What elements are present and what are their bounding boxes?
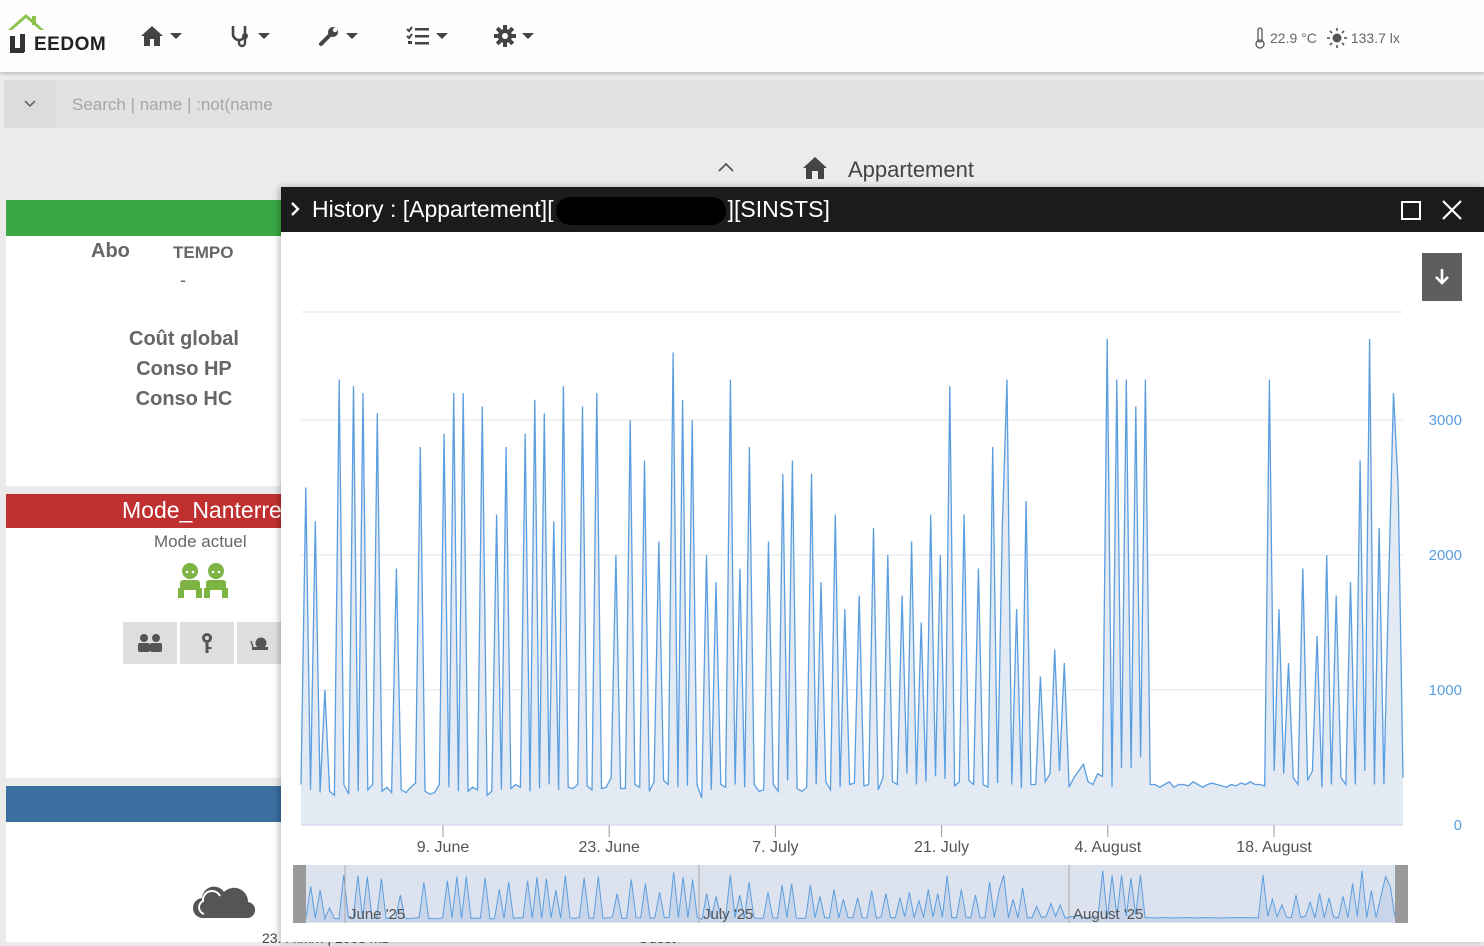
- navigator-left-handle[interactable]: [293, 865, 306, 923]
- stethoscope-icon: [231, 26, 248, 48]
- mode-widget-title[interactable]: Mode_Nanterre: [122, 497, 282, 524]
- caret-down-icon: [522, 33, 534, 39]
- collapse-all-button[interactable]: [716, 160, 736, 179]
- mode-snail-button[interactable]: [237, 622, 282, 664]
- home-icon: [803, 157, 827, 179]
- current-mode-indicator: [172, 562, 236, 605]
- key-icon: [202, 633, 212, 653]
- wrench-icon: [319, 27, 338, 46]
- object-title[interactable]: Appartement: [848, 157, 974, 183]
- y-tick-label: 2000: [1429, 547, 1462, 564]
- navigator-right-handle[interactable]: [1395, 865, 1408, 923]
- caret-down-icon: [170, 33, 182, 39]
- x-tick-label: 21. July: [914, 839, 969, 856]
- navigator-label: August '25: [1073, 906, 1143, 923]
- sun-icon: [1326, 28, 1347, 48]
- conso-widget-header: [6, 200, 282, 236]
- x-tick-label: 18. August: [1236, 839, 1312, 856]
- chart-navigator: June '25 July '25 August '25: [293, 865, 1408, 923]
- mode-current-label: Mode actuel: [154, 532, 247, 551]
- y-tick-label: 1000: [1429, 682, 1462, 699]
- caret-down-icon: [436, 33, 448, 39]
- chevron-up-icon: [718, 162, 734, 172]
- menu-analysis[interactable]: [230, 22, 270, 50]
- temperature-value: 22.9 °C: [1270, 30, 1317, 46]
- series-area: [301, 339, 1403, 825]
- x-tick-label: 23. June: [579, 839, 640, 856]
- search-options-button[interactable]: [4, 80, 56, 128]
- cout-global-label: Coût global: [129, 328, 239, 350]
- x-tick-label: 9. June: [417, 839, 470, 856]
- mode-children-button[interactable]: [123, 622, 177, 664]
- tasks-icon: [406, 26, 429, 45]
- children-icon: [178, 563, 228, 598]
- home-icon: [141, 26, 163, 46]
- thermometer-icon: [1255, 27, 1265, 49]
- search-input[interactable]: [60, 86, 774, 124]
- conso-hc-label: Conso HC: [135, 388, 233, 410]
- menu-tools[interactable]: [318, 22, 358, 50]
- close-button[interactable]: [1440, 198, 1464, 227]
- logo-text: EEDOM: [34, 34, 107, 55]
- tempo-value: -: [180, 270, 186, 290]
- redaction-mark: [555, 196, 726, 225]
- children-icon: [138, 634, 162, 652]
- navigator-label: July '25: [703, 906, 753, 923]
- history-modal-title: History : [Appartement][ ][SINSTS]: [312, 196, 830, 225]
- caret-down-icon: [346, 33, 358, 39]
- gear-icon: [494, 25, 516, 47]
- y-axis-ticks: 0 1000 2000 3000: [1429, 412, 1462, 834]
- snail-icon: [249, 637, 268, 650]
- x-axis-ticks: 9. June 23. June 7. July 21. July 4. August 1…: [301, 824, 1403, 856]
- x-tick-label: 4. August: [1074, 839, 1141, 856]
- close-icon: [1442, 200, 1462, 220]
- modal-title-suffix: ][SINSTS]: [727, 196, 830, 222]
- chart-export-button[interactable]: [1422, 253, 1462, 301]
- weather-widget-header: [6, 786, 282, 822]
- modal-title-prefix: History : [Appartement][: [312, 196, 554, 222]
- luminosity-value: 133.7 lx: [1350, 30, 1400, 46]
- mode-key-button[interactable]: [180, 622, 234, 664]
- maximize-icon: [1401, 201, 1421, 220]
- maximize-button[interactable]: [1400, 199, 1422, 226]
- y-tick-label: 3000: [1429, 412, 1462, 429]
- history-chart[interactable]: 0 1000 2000 3000 9. June 23. June 7. July 21. …: [281, 232, 1484, 942]
- x-tick-label: 7. July: [752, 839, 798, 856]
- caret-down-icon: [258, 33, 270, 39]
- chevron-down-icon: [24, 100, 36, 108]
- conso-hp-label: Conso HP: [136, 358, 232, 380]
- chevron-right-icon: [291, 202, 300, 216]
- modal-expand-button[interactable]: [289, 200, 301, 223]
- abo-label: Abo: [91, 240, 130, 262]
- weather-condition: [190, 880, 256, 927]
- menu-home[interactable]: [140, 22, 182, 50]
- y-tick-label: 0: [1454, 817, 1462, 834]
- tempo-label: TEMPO: [173, 243, 234, 262]
- navbar-sensors: 22.9 °C 133.7 lx: [1254, 27, 1400, 49]
- cloud-icon: [192, 886, 256, 919]
- menu-settings[interactable]: [494, 22, 534, 50]
- menu-plugins[interactable]: [406, 22, 448, 50]
- navigator-label: June '25: [349, 906, 405, 923]
- object-home-icon: [802, 156, 828, 185]
- download-arrow-icon: [1435, 269, 1449, 285]
